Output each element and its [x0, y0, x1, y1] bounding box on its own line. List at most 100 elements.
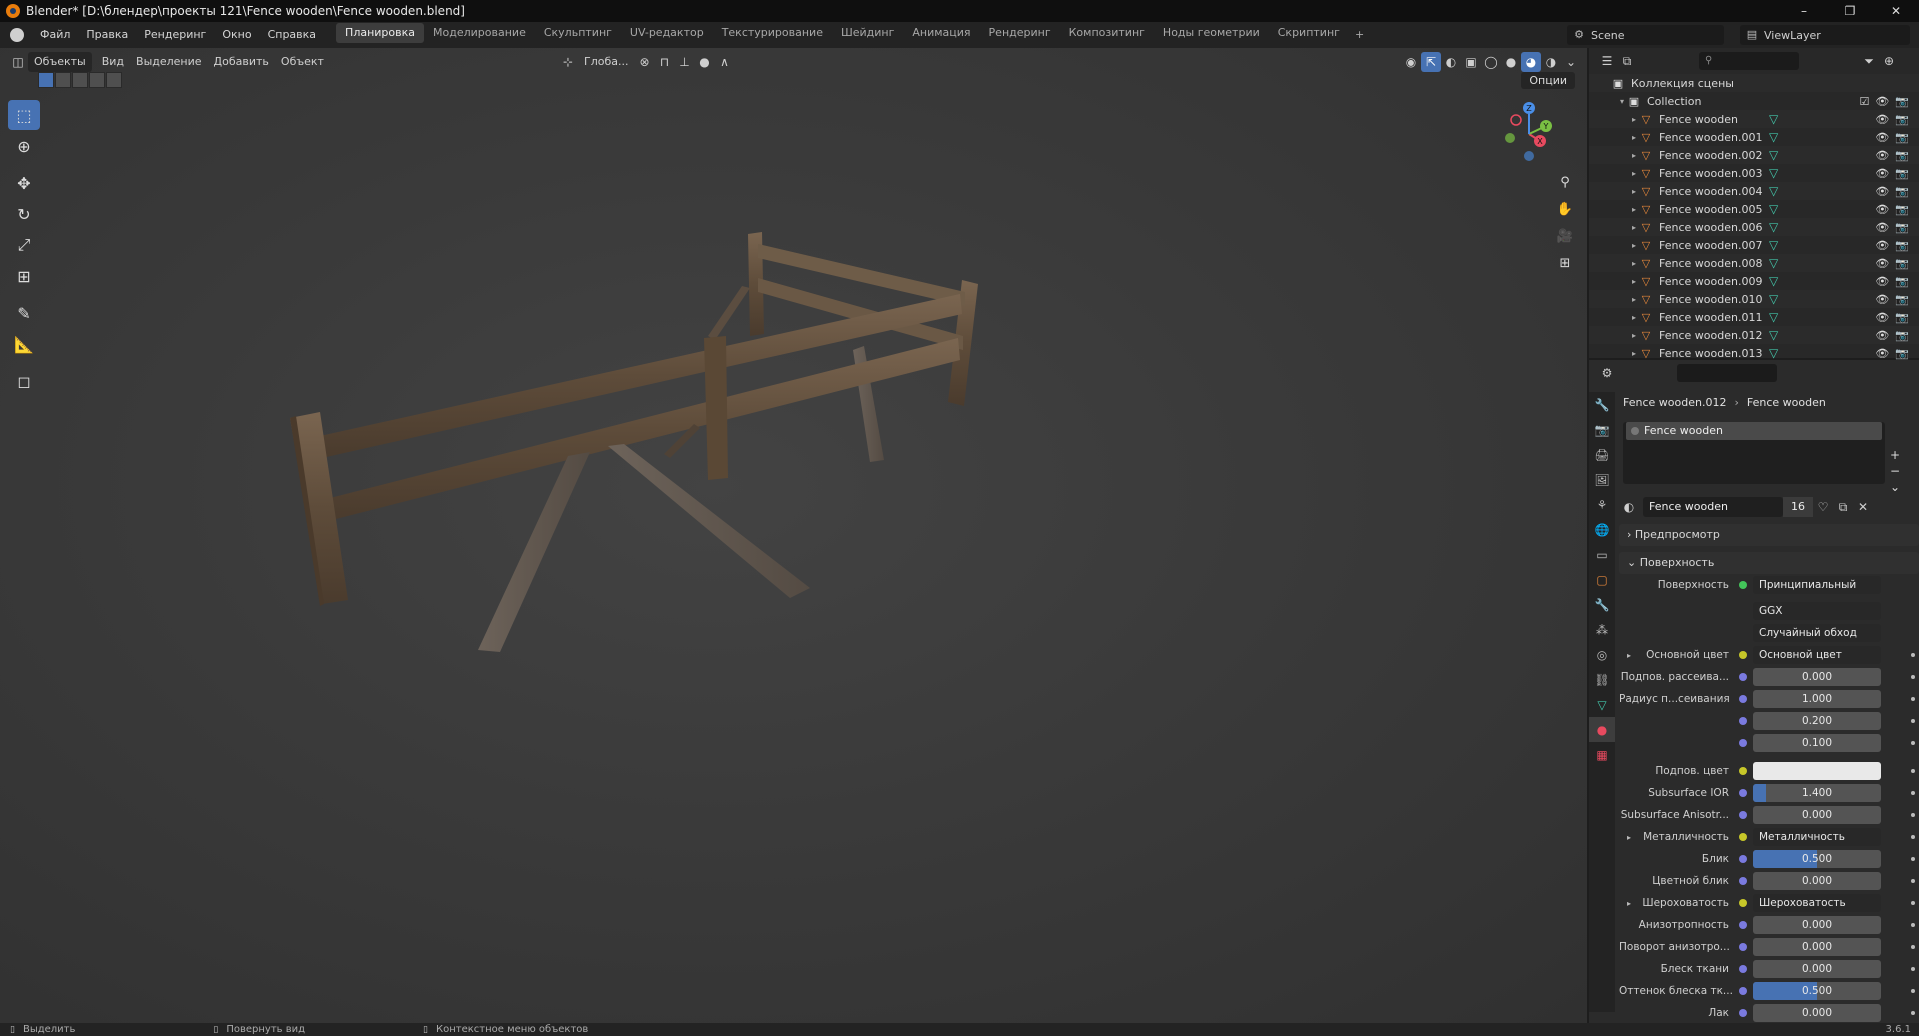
mesh-data-icon[interactable]: ▽ [1769, 220, 1778, 234]
input-socket-icon[interactable] [1739, 673, 1747, 681]
input-value-field[interactable]: 0.000 [1753, 668, 1881, 686]
input-socket-icon[interactable] [1739, 833, 1747, 841]
object-name[interactable]: Fence wooden.012 [1659, 329, 1762, 342]
mesh-data-icon[interactable]: ▽ [1769, 274, 1778, 288]
gizmo-toggle-icon[interactable]: ⇱ [1421, 52, 1441, 72]
mesh-data-icon[interactable]: ▽ [1769, 130, 1778, 144]
tab-rendering[interactable]: Рендеринг [980, 23, 1060, 43]
input-socket-icon[interactable] [1739, 811, 1747, 819]
mesh-data-icon[interactable]: ▽ [1769, 202, 1778, 216]
close-button[interactable]: ✕ [1873, 0, 1919, 22]
menu-render[interactable]: Рендеринг [136, 22, 214, 48]
filter-icon[interactable]: ⏷ [1859, 51, 1879, 71]
keyframe-dot-icon[interactable] [1911, 923, 1915, 927]
view-layer-tab-icon[interactable]: 🖼 [1589, 467, 1615, 492]
input-socket-icon[interactable] [1739, 899, 1747, 907]
camera-icon[interactable]: 📷 [1895, 257, 1909, 270]
minimize-button[interactable]: – [1781, 0, 1827, 22]
camera-icon[interactable]: 📷 [1895, 329, 1909, 342]
input-socket-icon[interactable] [1739, 739, 1747, 747]
camera-icon[interactable]: 📷 [1895, 113, 1909, 126]
outliner-object-row[interactable]: ▸ ▽ Fence wooden ▽ 👁 📷 [1589, 110, 1919, 128]
ortho-grid-icon[interactable]: ⊞ [1553, 251, 1577, 275]
keyframe-dot-icon[interactable] [1911, 719, 1915, 723]
wireframe-shading-icon[interactable]: ◯ [1481, 52, 1501, 72]
input-value-field[interactable]: 0.000 [1753, 872, 1881, 890]
mesh-data-icon[interactable]: ▽ [1769, 292, 1778, 306]
eye-icon[interactable]: 👁 [1875, 203, 1889, 216]
outliner-object-row[interactable]: ▸ ▽ Fence wooden.004 ▽ 👁 📷 [1589, 182, 1919, 200]
camera-icon[interactable]: 📷 [1895, 95, 1909, 108]
menu-select[interactable]: Выделение [130, 52, 208, 72]
modifier-tab-icon[interactable]: 🔧 [1589, 592, 1615, 617]
color-swatch[interactable] [1753, 762, 1881, 780]
expand-arrow-icon[interactable]: ▸ [1629, 277, 1639, 286]
object-name[interactable]: Fence wooden.002 [1659, 149, 1762, 162]
outliner-object-row[interactable]: ▸ ▽ Fence wooden.009 ▽ 👁 📷 [1589, 272, 1919, 290]
object-name[interactable]: Fence wooden.004 [1659, 185, 1762, 198]
object-name[interactable]: Fence wooden.013 [1659, 347, 1762, 360]
tab-geometry-nodes[interactable]: Ноды геометрии [1154, 23, 1269, 43]
camera-icon[interactable]: 📷 [1895, 149, 1909, 162]
keyframe-dot-icon[interactable] [1911, 901, 1915, 905]
keyframe-dot-icon[interactable] [1911, 741, 1915, 745]
eye-icon[interactable]: 👁 [1875, 185, 1889, 198]
keyframe-dot-icon[interactable] [1911, 791, 1915, 795]
camera-icon[interactable]: 🎥 [1553, 224, 1577, 248]
expand-arrow-icon[interactable]: ▸ [1629, 313, 1639, 322]
subsurface-method-dropdown[interactable]: Случайный обход [1753, 624, 1881, 642]
display-mode-icon[interactable]: ⧉ [1617, 51, 1637, 71]
view-layer-name[interactable]: ViewLayer [1764, 29, 1821, 42]
expand-arrow-icon[interactable]: ▸ [1629, 187, 1639, 196]
menu-help[interactable]: Справка [260, 22, 324, 48]
material-slot[interactable]: Fence wooden [1626, 422, 1882, 440]
add-slot-icon[interactable]: + [1890, 448, 1910, 462]
blender-menu-icon[interactable] [10, 28, 24, 42]
tab-modeling[interactable]: Моделирование [424, 23, 535, 43]
keyframe-dot-icon[interactable] [1911, 989, 1915, 993]
annotate-tool-icon[interactable]: ✎ [8, 298, 40, 328]
eye-icon[interactable]: 👁 [1875, 149, 1889, 162]
visibility-icon[interactable]: ◉ [1401, 52, 1421, 72]
proportional-edit-icon[interactable]: ● [694, 52, 714, 72]
camera-icon[interactable]: 📷 [1895, 131, 1909, 144]
eye-icon[interactable]: 👁 [1875, 311, 1889, 324]
eye-icon[interactable]: 👁 [1875, 131, 1889, 144]
input-socket-icon[interactable] [1739, 987, 1747, 995]
texture-tab-icon[interactable]: ▦ [1589, 742, 1615, 767]
mesh-data-icon[interactable]: ▽ [1769, 148, 1778, 162]
3d-viewport[interactable]: ◫ Объекты Вид Выделение Добавить Объект … [0, 48, 1587, 1023]
input-socket-icon[interactable] [1739, 921, 1747, 929]
menu-object[interactable]: Объект [275, 52, 330, 72]
navigation-gizmo[interactable]: X Y Z [1494, 96, 1564, 166]
outliner-object-row[interactable]: ▸ ▽ Fence wooden.002 ▽ 👁 📷 [1589, 146, 1919, 164]
expand-arrow-icon[interactable]: ▸ [1627, 833, 1631, 842]
duplicate-material-icon[interactable]: ⧉ [1833, 497, 1853, 517]
outliner-object-row[interactable]: ▸ ▽ Fence wooden.008 ▽ 👁 📷 [1589, 254, 1919, 272]
expand-arrow-icon[interactable]: ▸ [1629, 115, 1639, 124]
camera-icon[interactable]: 📷 [1895, 239, 1909, 252]
expand-arrow-icon[interactable]: ▸ [1629, 331, 1639, 340]
object-name[interactable]: Fence wooden.011 [1659, 311, 1762, 324]
physics-tab-icon[interactable]: ◎ [1589, 642, 1615, 667]
slot-menu-icon[interactable]: ⌄ [1890, 480, 1910, 494]
outliner-object-row[interactable]: ▸ ▽ Fence wooden.007 ▽ 👁 📷 [1589, 236, 1919, 254]
browse-material-icon[interactable]: ◐ [1619, 497, 1639, 517]
eye-icon[interactable]: 👁 [1875, 257, 1889, 270]
eye-icon[interactable]: 👁 [1875, 275, 1889, 288]
object-name[interactable]: Fence wooden.008 [1659, 257, 1762, 270]
expand-arrow-icon[interactable]: ▸ [1629, 205, 1639, 214]
input-socket-icon[interactable] [1739, 943, 1747, 951]
world-tab-icon[interactable]: 🌐 [1589, 517, 1615, 542]
input-value-field[interactable]: 0.000 [1753, 806, 1881, 824]
properties-editor-icon[interactable]: ⚙ [1597, 363, 1617, 383]
select-invert-icon[interactable] [89, 72, 105, 88]
expand-arrow-icon[interactable]: ▸ [1629, 169, 1639, 178]
shading-options-icon[interactable]: ⌄ [1561, 52, 1581, 72]
eye-icon[interactable]: 👁 [1875, 221, 1889, 234]
input-value-field[interactable]: 0.000 [1753, 938, 1881, 956]
keyframe-dot-icon[interactable] [1911, 857, 1915, 861]
camera-icon[interactable]: 📷 [1895, 347, 1909, 360]
material-preview-shading-icon[interactable]: ◕ [1521, 52, 1541, 72]
eye-icon[interactable]: 👁 [1875, 293, 1889, 306]
